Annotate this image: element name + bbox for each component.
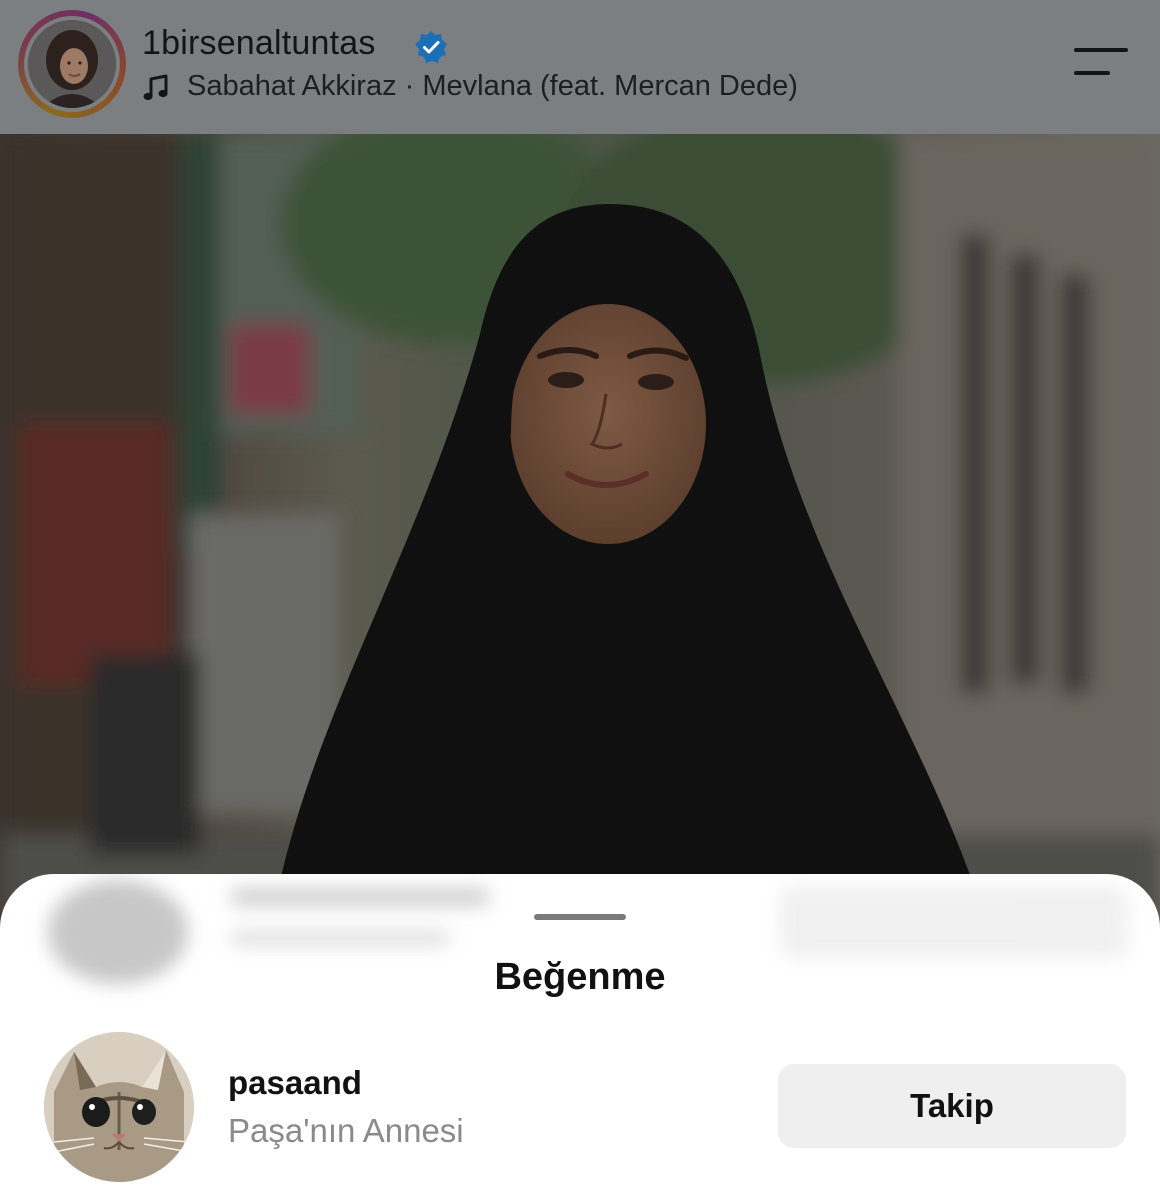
music-note-icon bbox=[143, 74, 168, 101]
author-username[interactable]: 1birsenaltuntas bbox=[142, 24, 376, 63]
post-image-illustration bbox=[0, 134, 1160, 934]
cat-photo bbox=[44, 1032, 194, 1182]
liker-full-name: Paşa'nın Annesi bbox=[228, 1112, 464, 1149]
likes-sheet: Beğenme pasaand Paşa'nın Annesi Takip bbox=[0, 874, 1160, 1200]
follow-button[interactable]: Takip bbox=[778, 1064, 1126, 1148]
audio-track-link[interactable]: Sabahat Akkiraz · Mevlana (feat. Mercan … bbox=[187, 70, 798, 103]
post-header: 1birsenaltuntas Sabahat Akkiraz · Mevlan… bbox=[0, 0, 1160, 134]
sheet-title: Beğenme bbox=[494, 956, 666, 998]
author-avatar-photo bbox=[28, 20, 116, 108]
liker-row[interactable]: pasaand Paşa'nın Annesi Takip bbox=[0, 1028, 1160, 1188]
post-image bbox=[0, 134, 1160, 934]
author-avatar[interactable] bbox=[18, 10, 126, 118]
verified-badge-icon bbox=[415, 31, 447, 63]
sheet-grabber[interactable] bbox=[534, 914, 626, 920]
liker-username[interactable]: pasaand bbox=[228, 1064, 362, 1102]
screen: 1birsenaltuntas Sabahat Akkiraz · Mevlan… bbox=[0, 0, 1160, 1200]
menu-icon[interactable] bbox=[1072, 44, 1130, 80]
liker-avatar[interactable] bbox=[44, 1032, 194, 1182]
